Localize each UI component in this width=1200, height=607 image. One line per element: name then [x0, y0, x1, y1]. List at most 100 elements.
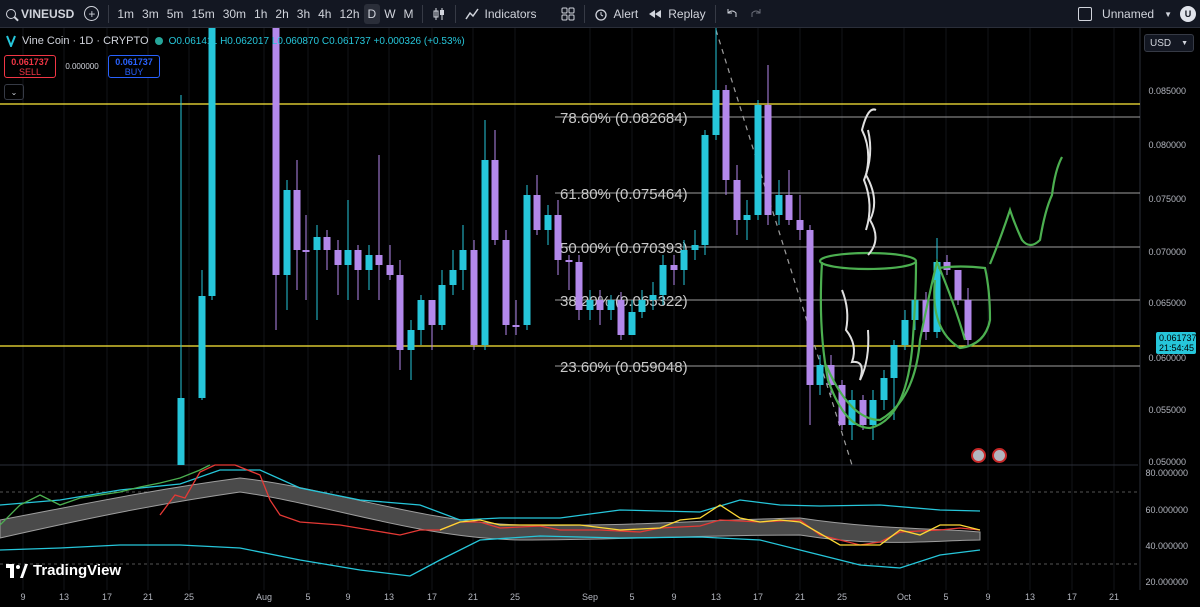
currency-label: USD — [1150, 37, 1172, 49]
candle-body — [293, 190, 301, 250]
date-tick: 9 — [20, 592, 26, 602]
candle-body — [502, 240, 510, 325]
us-flag-event-icon[interactable] — [992, 448, 1007, 463]
candle-body — [272, 28, 280, 275]
trade-panel: 0.061737 SELL 0.000000 0.061737 BUY — [4, 55, 160, 78]
candle-body — [722, 90, 730, 180]
candle-body — [396, 275, 404, 350]
candle-body — [890, 345, 898, 378]
projection-arrow — [988, 156, 1063, 265]
buy-price: 0.061737 — [115, 57, 153, 67]
candle-body — [512, 325, 520, 327]
candle-body — [901, 320, 909, 345]
date-tick: 5 — [305, 592, 311, 602]
candle-body — [470, 250, 478, 345]
candle-body — [775, 195, 783, 215]
sell-label: SELL — [18, 67, 42, 77]
candle-body — [417, 300, 425, 330]
candle-body — [438, 285, 446, 325]
fib-label-61: 61.80% (0.075464) — [560, 186, 688, 203]
current-price-label: 0.061737 21:54:45 — [1156, 332, 1197, 354]
candle-body — [459, 250, 467, 270]
candle-body — [198, 296, 206, 398]
candle-body — [208, 28, 216, 296]
candle-body — [449, 270, 457, 285]
chevron-down-icon: ⌄ — [10, 87, 18, 97]
rsi-lower-bollinger — [0, 535, 981, 577]
candle-body — [596, 300, 604, 310]
rsi-tick: 20.000000 — [1145, 577, 1188, 587]
candle-body — [764, 105, 772, 215]
cup-inner — [824, 258, 967, 422]
chart-legend: Vine Coin · 1D · CRYPTO O0.061411 H0.062… — [6, 35, 465, 47]
chevron-down-icon: ▼ — [1181, 39, 1188, 47]
tradingview-icon — [6, 563, 28, 578]
date-tick: 25 — [183, 592, 195, 602]
date-tick: 9 — [345, 592, 351, 602]
date-tick: 17 — [752, 592, 764, 602]
candle-body — [733, 180, 741, 220]
candle-body — [628, 312, 636, 335]
candle-body — [523, 195, 531, 325]
date-tick: 9 — [671, 592, 677, 602]
candle-body — [701, 135, 709, 245]
candle-body — [964, 300, 972, 340]
candle-body — [428, 300, 436, 325]
candle-body — [680, 250, 688, 270]
date-tick: 13 — [58, 592, 70, 602]
date-tick: 25 — [836, 592, 848, 602]
fib-label-50: 50.00% (0.070393) — [560, 240, 688, 257]
cup-rim — [818, 251, 918, 271]
date-tick: 17 — [101, 592, 113, 602]
candle-body — [283, 190, 291, 275]
date-tick: 21 — [1108, 592, 1120, 602]
candle-body — [313, 237, 321, 250]
rsi-pane[interactable] — [0, 464, 1138, 577]
candle-body — [533, 195, 541, 230]
candle-body — [617, 300, 625, 335]
candle-body — [344, 250, 352, 265]
fibonacci-retracement[interactable]: 78.60% (0.082684) 61.80% (0.075464) 50.0… — [555, 110, 1140, 376]
candle-body — [354, 250, 362, 270]
price-tick: 0.065000 — [1148, 298, 1186, 308]
smoke-drawing[interactable] — [841, 108, 877, 381]
date-tick: 21 — [467, 592, 479, 602]
candle-body — [816, 365, 824, 385]
price-chart[interactable]: 78.60% (0.082684) 61.80% (0.075464) 50.0… — [0, 0, 1200, 607]
candle-body — [554, 215, 562, 260]
candle-body — [670, 265, 678, 270]
bar-countdown: 21:54:45 — [1159, 343, 1195, 353]
date-tick: 21 — [794, 592, 806, 602]
rsi-tick: 60.000000 — [1145, 505, 1188, 515]
candle-body — [954, 270, 962, 300]
price-tick: 0.080000 — [1148, 140, 1186, 150]
price-tick: 0.050000 — [1148, 457, 1186, 467]
price-tick: 0.055000 — [1148, 405, 1186, 415]
cup-drawing[interactable] — [818, 156, 1063, 430]
symbol-title: Vine Coin · 1D · CRYPTO — [22, 35, 149, 47]
currency-select[interactable]: USD ▼ — [1144, 34, 1194, 52]
us-flag-event-icon[interactable] — [971, 448, 986, 463]
price-tick: 0.085000 — [1148, 86, 1186, 96]
fib-label-78: 78.60% (0.082684) — [560, 110, 688, 127]
date-tick: Oct — [896, 592, 912, 602]
price-tick: 0.075000 — [1148, 194, 1186, 204]
buy-button[interactable]: 0.061737 BUY — [108, 55, 160, 78]
sell-price: 0.061737 — [11, 57, 49, 67]
collapse-legend-button[interactable]: ⌄ — [4, 84, 24, 100]
candle-body — [880, 378, 888, 400]
ohlc-values: O0.061411 H0.062017 L0.060870 C0.061737 … — [168, 35, 465, 47]
sell-button[interactable]: 0.061737 SELL — [4, 55, 56, 78]
buy-label: BUY — [124, 67, 144, 77]
tradingview-logo[interactable]: TradingView — [6, 562, 121, 579]
date-tick: 13 — [383, 592, 395, 602]
candle-body — [544, 215, 552, 230]
candle-body — [586, 300, 594, 310]
brand-name: TradingView — [33, 562, 122, 579]
candle-body — [575, 262, 583, 310]
candle-body — [481, 160, 489, 345]
date-tick: 9 — [985, 592, 991, 602]
date-tick: 13 — [710, 592, 722, 602]
candle-body — [365, 255, 373, 270]
candle-body — [386, 265, 394, 275]
